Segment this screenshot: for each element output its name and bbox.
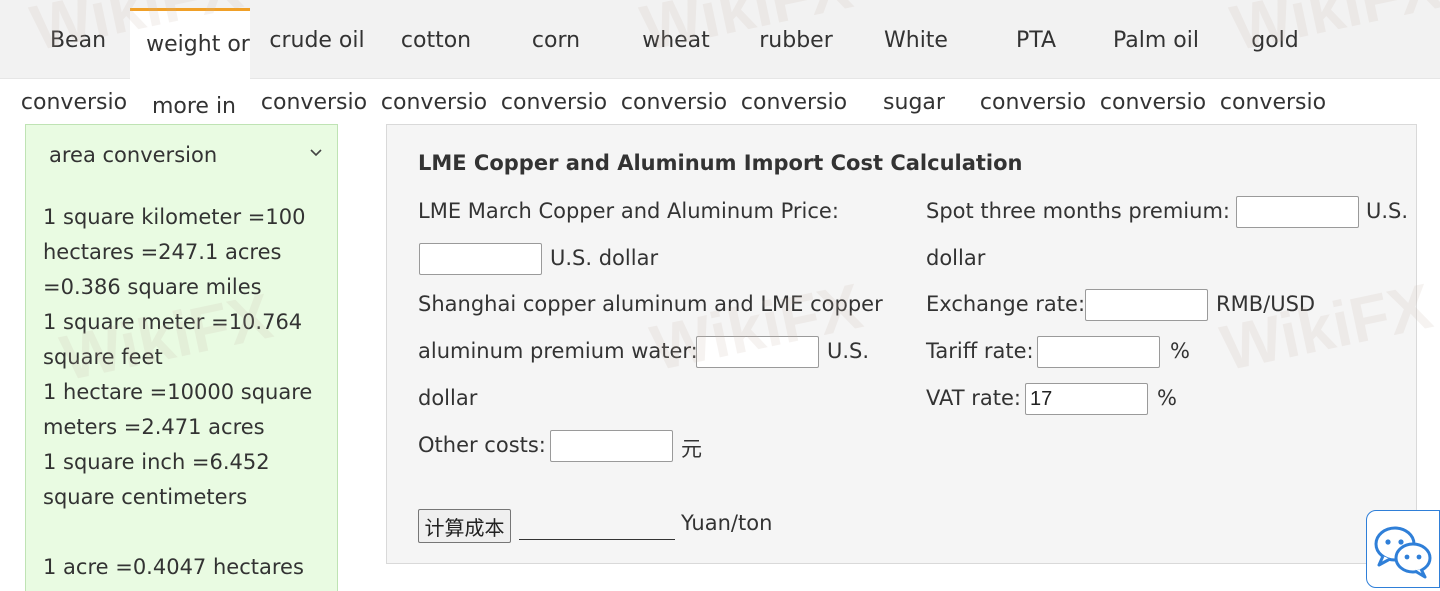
tab-label[interactable]: weight or xyxy=(138,28,258,62)
other-costs-input[interactable] xyxy=(550,430,673,462)
exchange-rate-input[interactable] xyxy=(1085,289,1208,321)
vat-rate-label: VAT rate: xyxy=(926,386,1021,410)
tab-label[interactable]: conversio xyxy=(378,86,490,120)
tab-label[interactable]: conversio xyxy=(618,86,730,120)
tab-label[interactable]: conversio xyxy=(1097,86,1209,120)
area-conversion-panel: area conversion 1 square kilometer =100 … xyxy=(25,124,338,591)
other-costs-unit: 元 xyxy=(681,437,702,461)
tab-label[interactable]: conversio xyxy=(18,86,130,120)
vat-rate-input[interactable] xyxy=(1025,383,1148,415)
conversion-line: 1 acre =0.4047 hectares xyxy=(43,555,304,579)
spot-premium-label: Spot three months premium: xyxy=(926,199,1230,223)
wechat-icon xyxy=(1374,526,1432,579)
calculator-title: LME Copper and Aluminum Import Cost Calc… xyxy=(418,151,1023,175)
result-unit: Yuan/ton xyxy=(681,511,773,535)
tab-label[interactable]: conversio xyxy=(498,86,610,120)
spot-premium-unit-cont: dollar xyxy=(926,246,986,270)
area-conversion-text: 1 square kilometer =100 hectares =247.1 … xyxy=(43,200,328,585)
calculate-cost-button[interactable]: 计算成本 xyxy=(418,509,511,543)
exchange-rate-unit: RMB/USD xyxy=(1216,292,1316,316)
tab-label[interactable]: corn xyxy=(500,24,612,58)
sh-premium-input[interactable] xyxy=(696,336,819,368)
sh-premium-unit-cont: dollar xyxy=(418,386,478,410)
tab-label[interactable]: conversio xyxy=(1217,86,1329,120)
lme-price-label: LME March Copper and Aluminum Price: xyxy=(418,199,839,223)
tab-label[interactable]: conversio xyxy=(738,86,850,120)
tab-label[interactable]: White xyxy=(860,24,972,58)
tab-label[interactable]: cotton xyxy=(380,24,492,58)
wechat-button[interactable] xyxy=(1366,510,1440,588)
tab-label[interactable]: conversio xyxy=(977,86,1089,120)
conversion-line: 1 square meter =10.764 square feet xyxy=(43,310,303,369)
tariff-rate-label: Tariff rate: xyxy=(926,339,1034,363)
tab-label[interactable]: Bean xyxy=(28,24,128,58)
import-cost-calculator: LME Copper and Aluminum Import Cost Calc… xyxy=(386,124,1417,564)
spot-premium-input[interactable] xyxy=(1236,196,1359,228)
tab-label[interactable]: rubber xyxy=(740,24,852,58)
tab-label[interactable]: wheat xyxy=(620,24,732,58)
conversion-line: 1 hectare =10000 square meters =2.471 ac… xyxy=(43,380,313,439)
tab-label[interactable]: crude oil xyxy=(258,24,376,58)
lme-price-input[interactable] xyxy=(419,243,542,275)
lme-price-unit: U.S. dollar xyxy=(550,246,659,270)
vat-rate-unit: % xyxy=(1157,386,1177,410)
tab-label[interactable]: conversio xyxy=(258,86,370,120)
tab-label[interactable]: sugar xyxy=(858,86,970,120)
conversion-line: 1 square inch =6.452 square centimeters xyxy=(43,450,270,509)
area-conversion-title[interactable]: area conversion xyxy=(49,143,217,167)
result-output xyxy=(519,539,675,540)
sh-premium-label: Shanghai copper aluminum and LME copper xyxy=(418,292,883,316)
tariff-rate-unit: % xyxy=(1170,339,1190,363)
sh-premium-unit: U.S. xyxy=(827,339,870,363)
exchange-rate-label: Exchange rate: xyxy=(926,292,1086,316)
conversion-line: 1 square kilometer =100 hectares =247.1 … xyxy=(43,205,306,299)
spot-premium-unit: U.S. xyxy=(1366,199,1409,223)
sh-premium-label-cont: aluminum premium water: xyxy=(418,339,698,363)
other-costs-label: Other costs: xyxy=(418,433,546,457)
chevron-down-icon[interactable] xyxy=(308,145,324,161)
tab-label[interactable]: PTA xyxy=(980,24,1092,58)
tariff-rate-input[interactable] xyxy=(1037,336,1160,368)
tab-label[interactable]: more in xyxy=(138,90,250,124)
tab-label[interactable]: gold xyxy=(1219,24,1331,58)
tab-label[interactable]: Palm oil xyxy=(1100,24,1212,58)
